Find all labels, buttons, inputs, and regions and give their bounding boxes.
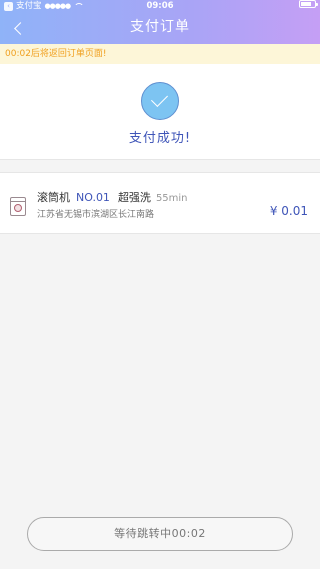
waiting-redirect-button[interactable]: 等待跳转中00:02 <box>27 517 293 551</box>
check-icon <box>141 82 179 120</box>
title-bar: 支付订单 <box>0 13 320 44</box>
machine-name: 滚筒机 <box>37 191 70 204</box>
order-card: 滚筒机 NO.01 超强洗 55min 江苏省无锡市滨湖区长江南路 ¥ 0.01 <box>0 172 320 234</box>
order-price: ¥ 0.01 <box>269 204 308 218</box>
battery-icon <box>299 0 318 8</box>
success-message: 支付成功! <box>128 131 192 146</box>
wash-duration: 55min <box>155 193 188 204</box>
machine-number: NO.01 <box>76 191 110 204</box>
countdown-notice: 00:02后将返回订单页面! <box>0 44 320 64</box>
washing-machine-icon <box>10 197 26 216</box>
washer-door <box>14 204 22 212</box>
status-right <box>299 0 318 8</box>
page-title: 支付订单 <box>130 19 190 35</box>
success-panel: 支付成功! <box>0 64 320 160</box>
status-time: 09:06 <box>146 1 174 11</box>
machine-info: 滚筒机 NO.01 超强洗 55min <box>37 189 188 205</box>
battery-fill <box>301 2 312 6</box>
status-bar: ‹ 支付宝 ●●●●● 09:06 <box>0 0 320 13</box>
store-address: 江苏省无锡市滨湖区长江南路 <box>37 210 155 220</box>
check-mark <box>151 90 168 107</box>
washer-panel <box>11 201 25 202</box>
header: ‹ 支付宝 ●●●●● 09:06 支付订单 <box>0 0 320 44</box>
wash-mode: 超强洗 <box>117 191 151 204</box>
